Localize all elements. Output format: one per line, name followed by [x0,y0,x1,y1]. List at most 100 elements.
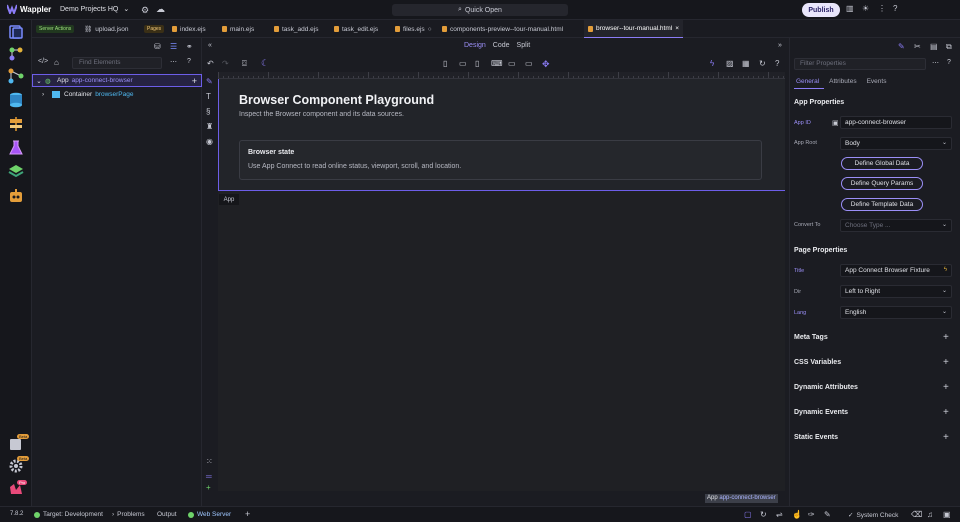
view-tab-design[interactable]: Design [464,42,486,49]
more-icon[interactable]: ⋯ [170,58,177,66]
css-variables-section[interactable]: CSS Variables [794,359,841,366]
app-id-field[interactable]: app-connect-browser [840,116,952,129]
square-icon[interactable]: ▢ [744,510,752,519]
dynamic-attributes-section[interactable]: Dynamic Attributes [794,384,858,391]
help-icon[interactable]: ? [947,59,951,66]
camera-icon[interactable]: ⌼ [242,59,247,69]
expand-plus-icon[interactable]: + [943,407,949,418]
add-terminal-icon[interactable]: + [245,509,250,519]
close-icon[interactable]: × [675,25,679,32]
moon-icon[interactable]: ☾ [261,58,269,69]
edit-properties-icon[interactable]: ✎ [898,42,905,51]
tree-row-app[interactable]: ⌄ ◍ App app-connect-browser + [32,74,202,87]
undo-icon[interactable]: ↶ [207,59,214,68]
tree-icon[interactable]: ☰ [170,42,177,51]
laptop-icon[interactable]: ⌨ [491,59,503,68]
database-icon[interactable] [8,92,24,108]
link-icon[interactable]: ⇌ [776,510,783,519]
wide-desktop-icon[interactable]: ▭ [525,59,533,68]
code-icon[interactable]: </> [38,58,48,65]
page-heading[interactable]: Browser Component Playground [239,93,434,107]
text-icon[interactable]: T [206,92,211,101]
book-icon[interactable]: ▤ [930,42,938,51]
lang-select[interactable]: English ⌄ [840,306,952,319]
layers-icon[interactable] [8,164,24,180]
pages-icon[interactable] [8,24,24,40]
expand-plus-icon[interactable]: + [943,432,949,443]
tab-upload-json[interactable]: ⛓ upload.json [84,20,129,38]
gear-icon[interactable]: ⚙ [141,5,149,16]
tab-task-add-ejs[interactable]: task_add.ejs [274,20,319,38]
pen-icon[interactable]: ✎ [824,510,831,519]
output-button[interactable]: Output [157,511,177,518]
tab-components-preview[interactable]: components-preview--tour-manual.html [442,20,563,38]
signpost-icon[interactable] [8,116,24,132]
copy-icon[interactable]: ⧉ [946,42,952,52]
refresh-icon[interactable]: ↻ [759,59,766,68]
brush-icon[interactable]: ✑ [808,510,815,519]
more-icon[interactable]: ⋯ [932,59,939,67]
app-root-select[interactable]: Body ⌄ [840,137,952,150]
page-lead[interactable]: Inspect the Browser component and its da… [239,111,404,118]
layout-icon[interactable]: ▥ [846,4,854,13]
element-breadcrumb[interactable]: App app-connect-browser [705,494,778,503]
project-selector[interactable]: Demo Projects HQ ⌄ [60,5,129,14]
tab-index-ejs[interactable]: index.ejs [172,20,206,38]
meta-tags-section[interactable]: Meta Tags [794,334,828,341]
define-global-data-button[interactable]: Define Global Data [841,157,923,170]
static-events-section[interactable]: Static Events [794,434,838,441]
database-small-icon[interactable]: ⛁ [154,42,161,51]
browser-state-card[interactable]: Browser state Use App Connect to read on… [239,140,762,180]
tab-files-ejs[interactable]: files.ejs ○ [395,20,432,38]
sun-icon[interactable]: ☀ [862,4,869,13]
help-icon[interactable]: ? [187,58,191,65]
tab-browser-tour-manual[interactable]: browser--tour-manual.html × [584,20,684,38]
more-vertical-icon[interactable]: ⋮ [878,4,886,13]
grid-icon[interactable]: ▦ [742,59,750,68]
expand-plus-icon[interactable]: + [943,382,949,393]
tools-icon[interactable]: ✂ [914,42,921,51]
chevron-right-icon[interactable]: › [42,91,52,98]
guides-icon[interactable]: ═ [206,472,212,481]
quick-open-button[interactable]: ⌕ Quick Open [392,4,568,16]
lightning-icon[interactable]: ϟ [944,265,947,276]
eye-icon[interactable]: ◉ [206,137,213,146]
system-check-button[interactable]: ✓ System Check [848,511,898,520]
tab-pages[interactable]: Pages [144,20,165,38]
find-elements-input[interactable]: Find Elements [72,57,162,69]
bell-icon[interactable]: ♫ [927,510,933,519]
view-tab-code[interactable]: Code [493,42,510,49]
tab-main-ejs[interactable]: main.ejs [222,20,254,38]
lightning-icon[interactable]: ϟ [710,59,714,68]
desktop-icon[interactable]: ▭ [508,59,516,68]
dynamic-events-section[interactable]: Dynamic Events [794,409,848,416]
tab-events[interactable]: Events [867,78,887,85]
move-icon[interactable]: ✥ [542,59,550,70]
publish-button[interactable]: Publish [802,3,840,17]
phone-landscape-icon[interactable]: ▭ [459,59,467,68]
problems-button[interactable]: › Problems [112,511,145,518]
define-template-data-button[interactable]: Define Template Data [841,198,923,211]
help-icon[interactable]: ? [775,59,779,68]
web-server-button[interactable]: Web Server [188,511,231,518]
collapse-right-icon[interactable]: » [778,42,782,49]
image-icon[interactable]: ▨ [726,59,734,68]
redo-icon[interactable]: ↷ [222,59,229,68]
add-green-icon[interactable]: + [206,483,211,492]
expand-plus-icon[interactable]: + [943,332,949,343]
grid-dots-icon[interactable]: ⁙ [206,457,213,466]
dir-select[interactable]: Left to Right ⌄ [840,285,952,298]
paint-icon[interactable]: ♜ [206,122,213,131]
tree-row-container[interactable]: › Container browserPage [32,88,202,101]
edit-icon[interactable]: ✎ [206,77,213,86]
eraser-icon[interactable]: ⌫ [911,510,922,519]
thumbs-up-icon[interactable]: ☝ [792,510,802,519]
add-icon[interactable]: + [192,76,197,86]
refresh-icon[interactable]: ↻ [760,510,767,519]
cloud-upload-icon[interactable]: ☁ [156,4,165,15]
components-icon[interactable]: ⚭ [186,42,193,51]
robot-icon[interactable] [8,188,24,204]
define-query-params-button[interactable]: Define Query Params [841,177,923,190]
info-icon[interactable]: ▣ [832,119,839,127]
phone-icon[interactable]: ▯ [443,59,447,68]
